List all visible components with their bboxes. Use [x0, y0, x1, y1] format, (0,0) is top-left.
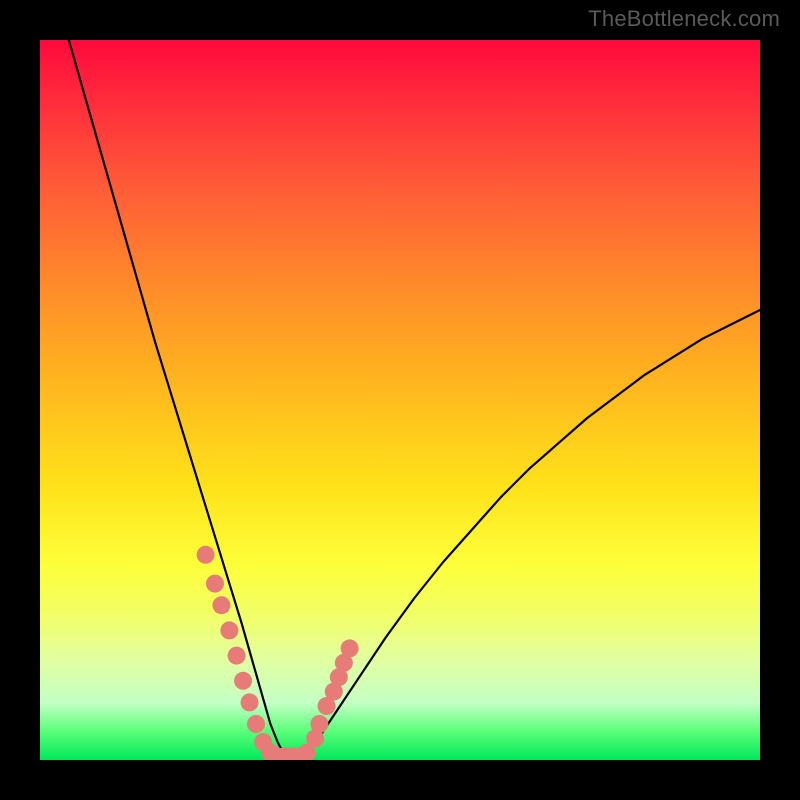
marker-dot: [197, 546, 215, 564]
chart-svg: [40, 40, 760, 760]
chart-stage: TheBottleneck.com: [0, 0, 800, 800]
marker-dot: [241, 693, 259, 711]
marker-dot: [341, 639, 359, 657]
plot-area: [40, 40, 760, 760]
marker-dot: [212, 596, 230, 614]
bottleneck-curve: [69, 40, 760, 756]
marker-group: [197, 546, 359, 760]
marker-dot: [310, 715, 328, 733]
marker-dot: [228, 647, 246, 665]
marker-dot: [234, 672, 252, 690]
marker-dot: [220, 621, 238, 639]
watermark-text: TheBottleneck.com: [588, 6, 780, 32]
marker-dot: [247, 715, 265, 733]
marker-dot: [206, 575, 224, 593]
